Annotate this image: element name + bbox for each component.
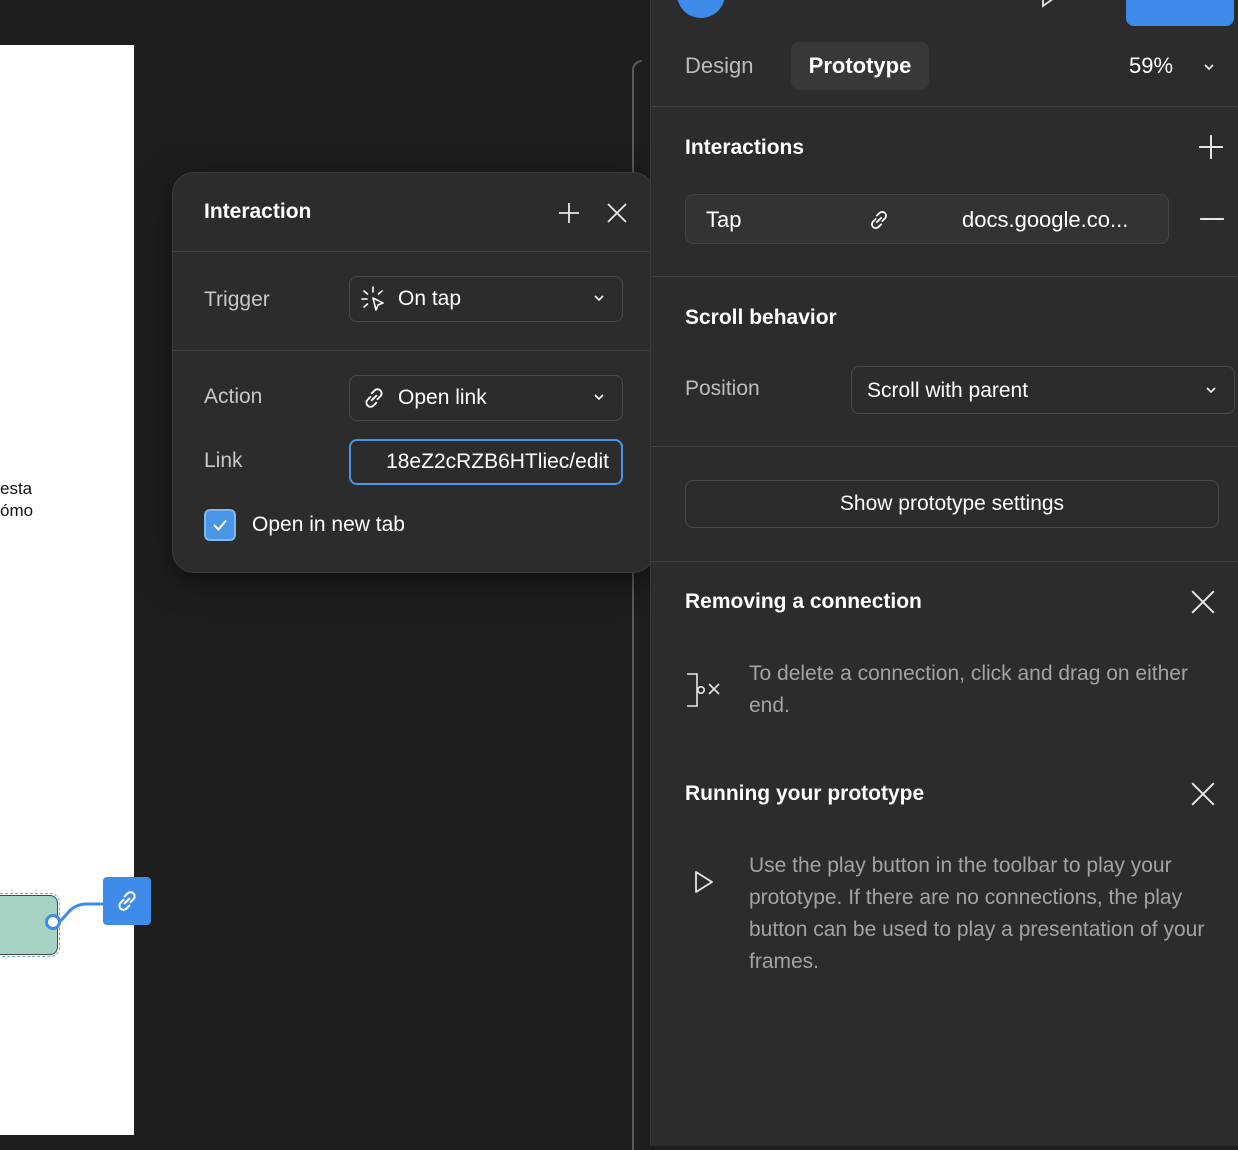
tip-removing-title: Removing a connection (685, 590, 922, 613)
popup-title: Interaction (204, 200, 312, 223)
add-icon[interactable] (557, 201, 581, 225)
interaction-trigger: Tap (706, 207, 742, 232)
trigger-value: On tap (398, 287, 462, 310)
interaction-item[interactable]: Tap docs.google.co... (685, 194, 1169, 244)
action-label: Action (204, 385, 263, 408)
panel-tabs: Design Prototype 59% (651, 40, 1238, 107)
scroll-behavior-title: Scroll behavior (685, 306, 837, 329)
interaction-destination: docs.google.co... (962, 207, 1129, 232)
remove-interaction-icon[interactable] (1199, 206, 1225, 232)
tip-running-title: Running your prototype (685, 782, 925, 805)
link-icon (365, 388, 383, 408)
link-label: Link (204, 449, 243, 472)
tab-prototype[interactable]: Prototype (791, 42, 929, 90)
chevron-down-icon[interactable] (1202, 60, 1216, 74)
frame-text-line: ómo (0, 501, 34, 520)
interactions-title: Interactions (685, 136, 805, 159)
play-icon[interactable] (1039, 0, 1063, 8)
add-interaction-icon[interactable] (1198, 134, 1224, 160)
position-dropdown[interactable]: Scroll with parent (851, 366, 1235, 414)
checkmark-icon (213, 519, 227, 531)
tab-design[interactable]: Design (685, 53, 753, 79)
action-dropdown[interactable]: Open link (349, 375, 623, 421)
share-button[interactable] (1126, 0, 1234, 26)
properties-panel: Design Prototype 59% Interactions Tap do… (650, 0, 1238, 1146)
frame-text: esta ómo (0, 478, 33, 522)
tip-running-text: Use the play button in the toolbar to pl… (749, 854, 1205, 973)
zoom-level[interactable]: 59% (1129, 53, 1173, 79)
trigger-label: Trigger (204, 288, 270, 311)
close-icon[interactable] (605, 201, 629, 225)
link-input[interactable] (349, 439, 623, 485)
play-icon (695, 871, 713, 893)
avatar[interactable] (677, 0, 725, 18)
close-icon[interactable] (1190, 589, 1216, 615)
chevron-down-icon (594, 394, 604, 401)
link-connection-chip[interactable] (103, 877, 151, 925)
open-new-tab-label[interactable]: Open in new tab (252, 513, 405, 537)
open-new-tab-checkbox[interactable] (204, 509, 236, 541)
trigger-dropdown[interactable]: On tap (349, 276, 623, 322)
chevron-down-icon (1206, 387, 1216, 394)
design-frame[interactable] (0, 45, 134, 1135)
divider (651, 561, 1238, 562)
link-icon (118, 891, 136, 911)
connection-handle[interactable] (45, 914, 61, 930)
tap-cursor-icon (361, 286, 384, 311)
position-label: Position (685, 377, 760, 400)
chevron-down-icon (594, 295, 604, 302)
link-icon (871, 210, 887, 230)
tip-removing-text: To delete a connection, click and drag o… (749, 662, 1188, 717)
frame-text-line: esta (0, 479, 33, 498)
action-value: Open link (398, 386, 487, 409)
disconnect-icon (687, 673, 720, 707)
popup-header: Interaction (173, 173, 654, 252)
divider (651, 446, 1238, 447)
show-prototype-settings-button[interactable]: Show prototype settings (685, 480, 1219, 528)
trigger-section: Trigger On tap (173, 252, 654, 351)
position-value: Scroll with parent (867, 379, 1029, 402)
close-icon[interactable] (1190, 781, 1216, 807)
interaction-popup: Interaction Trigger On tap Action Open l… (172, 172, 655, 573)
